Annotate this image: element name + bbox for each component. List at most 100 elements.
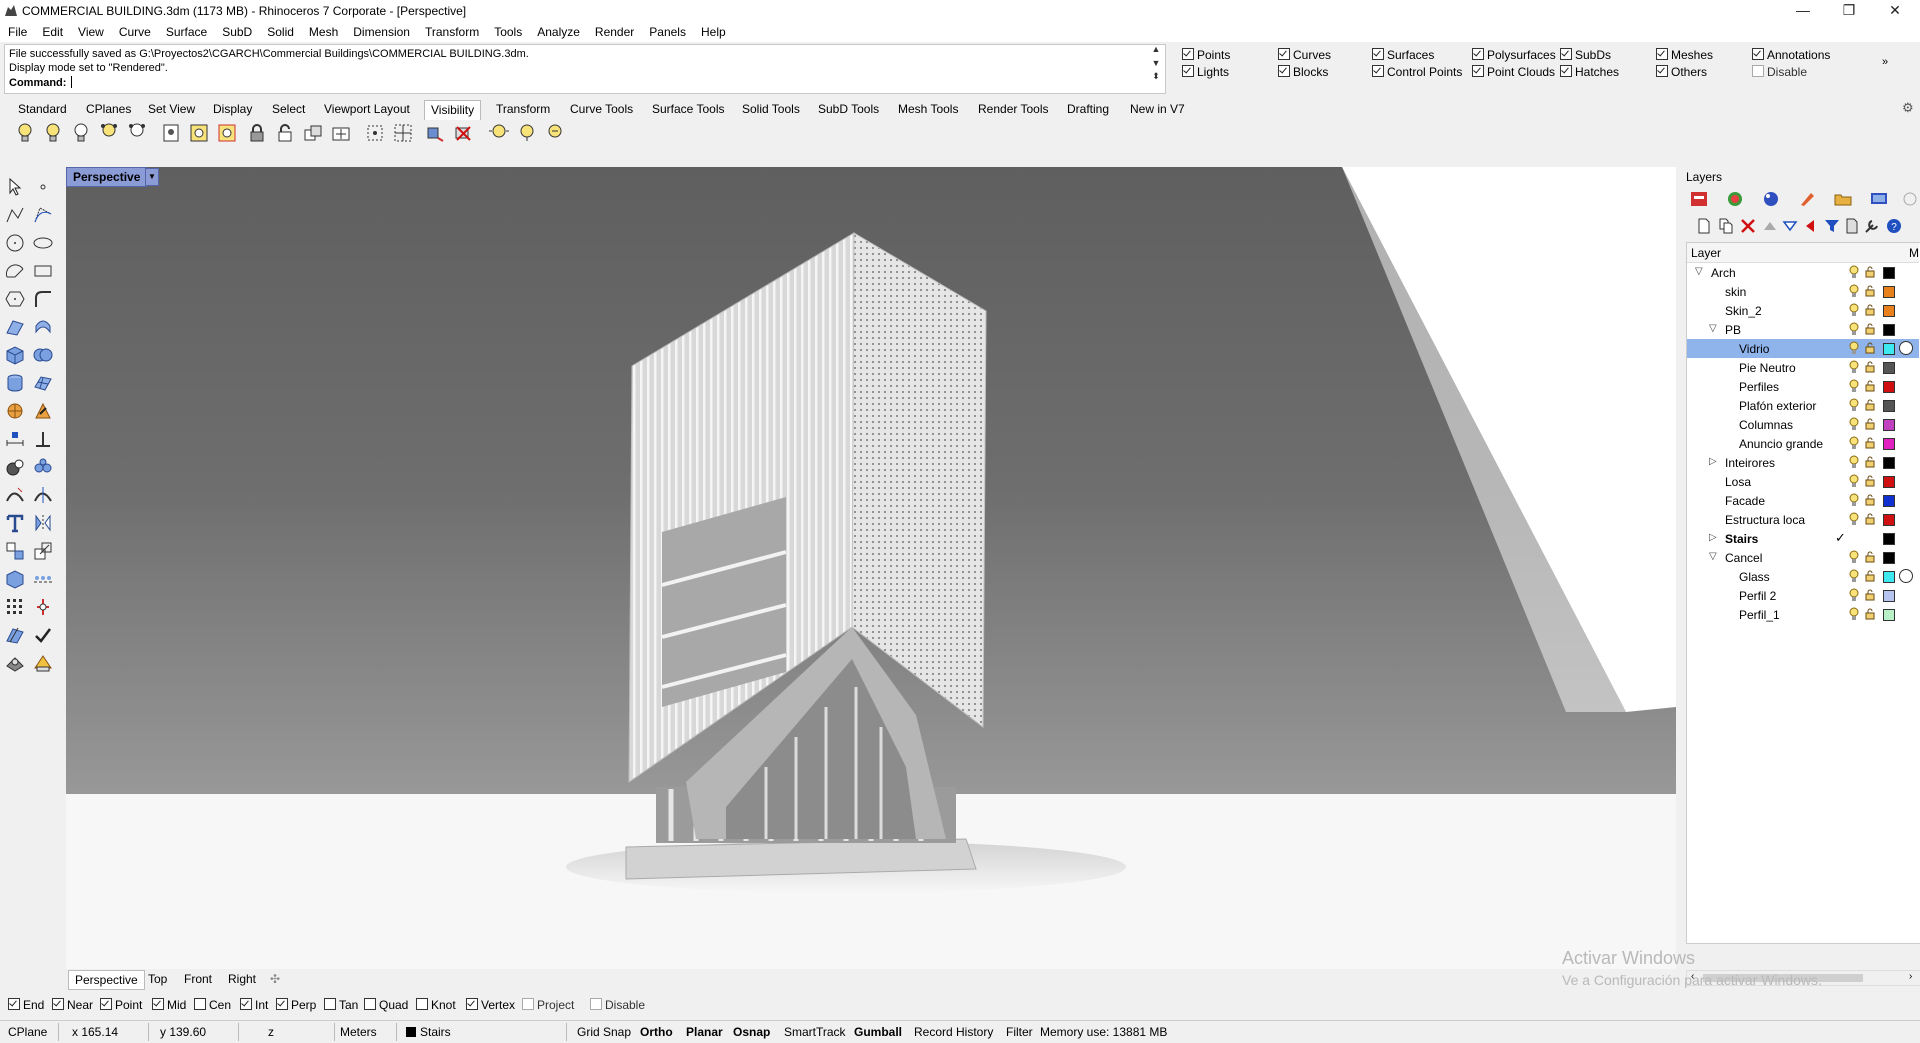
layer-color-swatch[interactable]	[1883, 267, 1895, 279]
analyze-icon[interactable]	[4, 624, 26, 646]
menu-mesh[interactable]: Mesh	[301, 22, 345, 39]
layer-color-swatch[interactable]	[1883, 609, 1895, 621]
layer-name[interactable]: Skin_2	[1725, 304, 1762, 318]
text-icon[interactable]	[4, 512, 26, 534]
subd-edit-icon[interactable]	[32, 400, 54, 422]
layer-color-swatch[interactable]	[1883, 590, 1895, 602]
filter-disable[interactable]: Disable	[1752, 65, 1807, 79]
help-icon[interactable]: ?	[1886, 218, 1902, 234]
filter-lights[interactable]: Lights	[1182, 65, 1229, 79]
layer-row[interactable]: Estructura loca	[1687, 510, 1919, 529]
hide-points-icon[interactable]	[98, 122, 120, 144]
layer-row[interactable]: Perfil_1	[1687, 605, 1919, 624]
expand-icon[interactable]: ▷	[1709, 456, 1717, 467]
units[interactable]: Meters	[340, 1025, 377, 1039]
menu-panels[interactable]: Panels	[641, 22, 693, 39]
layer-name[interactable]: Perfiles	[1739, 380, 1779, 394]
checkbox-icon[interactable]	[100, 998, 112, 1010]
surface-corner-icon[interactable]	[4, 316, 26, 338]
osnap-disable[interactable]: Disable	[590, 998, 645, 1012]
filter-more-icon[interactable]: »	[1882, 56, 1888, 68]
layer-color-swatch[interactable]	[1883, 533, 1895, 545]
layer-row[interactable]: Vidrio	[1687, 339, 1919, 358]
visibility-bulb-icon[interactable]	[1849, 569, 1859, 583]
scroll-down-icon[interactable]: ▼	[1148, 58, 1164, 68]
visibility-bulb-icon[interactable]	[1849, 341, 1859, 355]
checkbox-icon[interactable]	[1656, 48, 1668, 60]
select-arrow-icon[interactable]	[4, 176, 26, 198]
tab-new-in-v7[interactable]: New in V7	[1130, 102, 1185, 116]
cplane-indicator[interactable]: CPlane	[8, 1025, 47, 1039]
layer-name[interactable]: Columnas	[1739, 418, 1793, 432]
select-grid-icon[interactable]	[392, 122, 414, 144]
layer-name[interactable]: PB	[1725, 323, 1741, 337]
polygon-icon[interactable]	[4, 288, 26, 310]
layer-name[interactable]: Cancel	[1725, 551, 1762, 565]
layer-row[interactable]: Anuncio grande	[1687, 434, 1919, 453]
move-down-icon[interactable]	[1782, 218, 1798, 234]
checkbox-icon[interactable]	[240, 998, 252, 1010]
checkbox-icon[interactable]	[1372, 65, 1384, 77]
tools-icon[interactable]	[1864, 218, 1880, 234]
filter-curves[interactable]: Curves	[1278, 48, 1331, 62]
show-in-detail-icon[interactable]	[216, 122, 238, 144]
unlock-selected-icon[interactable]	[330, 122, 352, 144]
menu-view[interactable]: View	[70, 22, 111, 39]
tab-set-view[interactable]: Set View	[148, 102, 195, 116]
layer-name[interactable]: Plafón exterior	[1739, 399, 1816, 413]
osnap-point[interactable]: Point	[100, 998, 142, 1012]
add-viewport-icon[interactable]: ✣	[270, 972, 280, 986]
block-icon[interactable]	[4, 568, 26, 590]
show-objects-icon[interactable]	[14, 122, 36, 144]
trim-icon[interactable]	[4, 484, 26, 506]
record-history-toggle[interactable]: Record History	[914, 1025, 993, 1039]
checkbox-icon[interactable]	[1278, 65, 1290, 77]
visibility-bulb-icon[interactable]	[1849, 265, 1859, 279]
unlock-icon[interactable]	[1865, 399, 1875, 411]
collapse-icon[interactable]: ▽	[1695, 266, 1703, 277]
layer-name[interactable]: skin	[1725, 285, 1746, 299]
visibility-bulb-icon[interactable]	[1849, 284, 1859, 298]
menu-help[interactable]: Help	[693, 22, 733, 39]
osnap-end[interactable]: End	[8, 998, 44, 1012]
visibility-bulb-icon[interactable]	[1849, 436, 1859, 450]
layer-row[interactable]: Columnas	[1687, 415, 1919, 434]
filter-annotations[interactable]: Annotations	[1752, 48, 1830, 62]
layer-color-swatch[interactable]	[1883, 438, 1895, 450]
extrude-curve-icon[interactable]	[32, 316, 54, 338]
layer-name[interactable]: Facade	[1725, 494, 1765, 508]
grid-snap-toggle[interactable]: Grid Snap	[577, 1025, 631, 1039]
gumball-toggle[interactable]: Gumball	[854, 1025, 902, 1039]
material-icon[interactable]	[32, 652, 54, 674]
checkbox-icon[interactable]	[194, 998, 206, 1010]
unlock-icon[interactable]	[1865, 380, 1875, 392]
hide-objects-icon[interactable]	[42, 122, 64, 144]
unlock-icon[interactable]	[1865, 551, 1875, 563]
visibility-bulb-icon[interactable]	[1849, 417, 1859, 431]
viewport-tab-top[interactable]: Top	[148, 972, 167, 986]
boolean-split-icon[interactable]	[32, 456, 54, 478]
checkbox-icon[interactable]	[416, 998, 428, 1010]
tab-transform[interactable]: Transform	[496, 102, 550, 116]
layer-states-icon[interactable]	[1844, 218, 1860, 234]
polyline-icon[interactable]	[4, 204, 26, 226]
layer-color-swatch[interactable]	[1883, 343, 1895, 355]
subd-icon[interactable]	[4, 400, 26, 422]
column-material[interactable]: M	[1909, 246, 1919, 260]
layer-color-swatch[interactable]	[1883, 305, 1895, 317]
unlock-icon[interactable]	[1865, 342, 1875, 354]
arc-icon[interactable]	[4, 260, 26, 282]
layer-row[interactable]: Glass	[1687, 567, 1919, 586]
menu-surface[interactable]: Surface	[158, 22, 214, 39]
unlock-icon[interactable]	[1865, 608, 1875, 620]
filter-surfaces[interactable]: Surfaces	[1372, 48, 1434, 62]
move-up-icon[interactable]	[1762, 218, 1778, 234]
boolean-difference-icon[interactable]	[4, 456, 26, 478]
box-icon[interactable]	[4, 344, 26, 366]
checkbox-icon[interactable]	[52, 998, 64, 1010]
lock-swap-icon[interactable]	[302, 122, 324, 144]
checkbox-icon[interactable]	[522, 998, 534, 1010]
checkbox-icon[interactable]	[1560, 65, 1572, 77]
current-layer-check-icon[interactable]: ✓	[1835, 530, 1846, 546]
tab-subd-tools[interactable]: SubD Tools	[818, 102, 879, 116]
